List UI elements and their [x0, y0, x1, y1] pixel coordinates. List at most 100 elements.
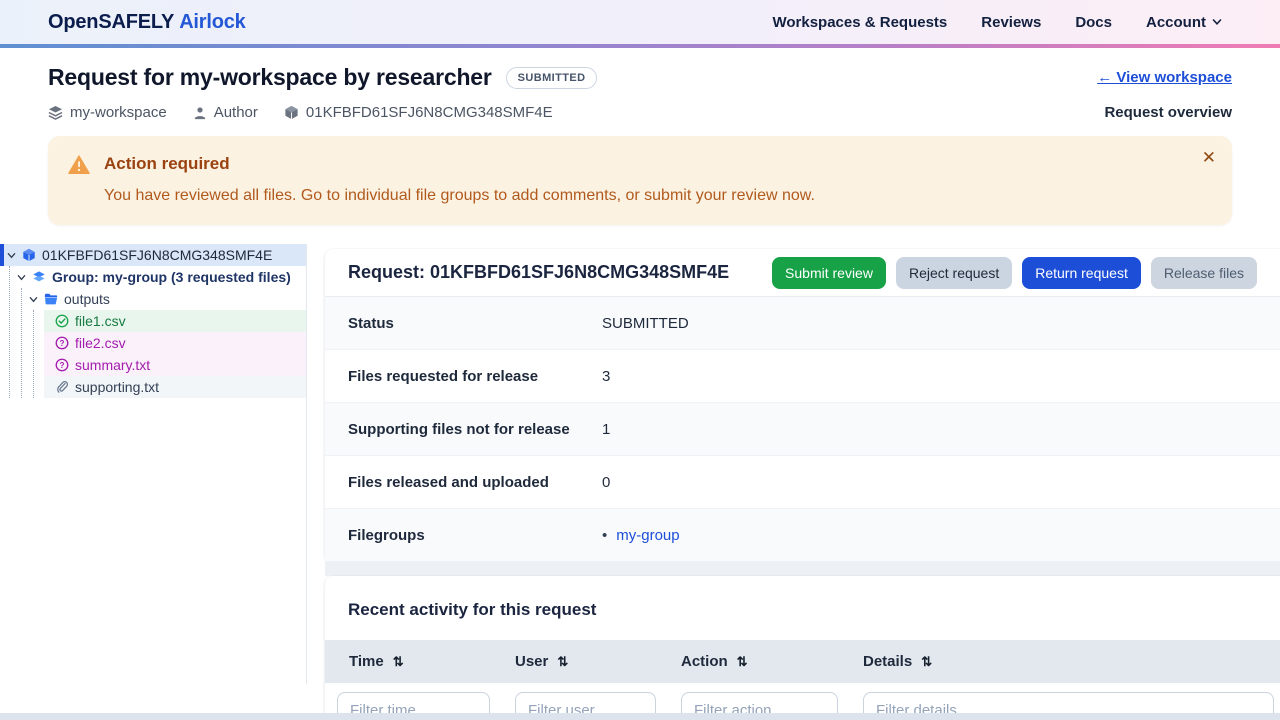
svg-text:?: ? [60, 339, 65, 348]
summary-label: Files released and uploaded [348, 473, 549, 491]
summary-row-filegroups: Filegroups • my-group [325, 509, 1280, 562]
author-meta: Author [193, 104, 258, 121]
question-circle-icon: ? [55, 336, 69, 350]
column-label: Details [863, 653, 913, 670]
request-id: 01KFBFD61SFJ6N8CMG348SMF4E [305, 104, 553, 121]
tree-guide-line [21, 288, 22, 398]
recent-activity-title: Recent activity for this request [348, 600, 597, 619]
top-navigation-bar: OpenSAFELY Airlock Workspaces & Requests … [0, 0, 1280, 44]
recent-activity-card: Recent activity for this request Time ⇅ … [325, 576, 1280, 720]
action-required-alert: Action required You have reviewed all fi… [48, 136, 1232, 225]
page-heading-section: Request for my-workspace by researcher S… [0, 48, 1280, 121]
request-panel-title: Request: 01KFBFD61SFJ6N8CMG348SMF4E [348, 262, 730, 282]
tree-folder-label: outputs [64, 291, 110, 307]
filegroup-link[interactable]: my-group [616, 527, 679, 544]
tree-file-label: summary.txt [75, 357, 151, 373]
workspace-name: my-workspace [70, 104, 167, 121]
tree-file-label: supporting.txt [75, 379, 160, 395]
column-header-details[interactable]: Details ⇅ [851, 653, 1280, 670]
logo-primary: OpenSAFELY [48, 10, 175, 33]
request-id-meta: 01KFBFD61SFJ6N8CMG348SMF4E [284, 104, 553, 121]
tree-group-label: Group: my-group (3 requested files) [52, 269, 291, 285]
submit-review-button[interactable]: Submit review [772, 256, 886, 289]
nav-workspaces-requests[interactable]: Workspaces & Requests [772, 14, 947, 31]
tree-node-outputs-folder[interactable]: outputs [0, 288, 306, 310]
column-header-time[interactable]: Time ⇅ [325, 653, 503, 670]
summary-label: Files requested for release [348, 367, 539, 385]
request-overview-card: Request: 01KFBFD61SFJ6N8CMG348SMF4E Subm… [325, 249, 1280, 562]
sort-icon[interactable]: ⇅ [921, 655, 932, 668]
tree-file-label: file1.csv [75, 313, 126, 329]
request-actions: Submit review Reject request Return requ… [772, 256, 1257, 289]
release-files-button[interactable]: Release files [1150, 256, 1257, 289]
summary-value: 3 [602, 367, 611, 385]
alert-message: You have reviewed all files. Go to indiv… [104, 187, 815, 204]
file-tree-sidebar: 01KFBFD61SFJ6N8CMG348SMF4E Group: my-gro… [0, 244, 307, 684]
card-gap [325, 562, 1280, 576]
tree-node-request-root[interactable]: 01KFBFD61SFJ6N8CMG348SMF4E [0, 244, 306, 266]
chevron-down-icon [1212, 19, 1222, 25]
tree-file-supporting[interactable]: supporting.txt [44, 376, 306, 398]
tree-file-label: file2.csv [75, 335, 126, 351]
check-circle-icon [55, 314, 69, 328]
warning-triangle-icon [68, 155, 90, 174]
chevron-down-icon [7, 252, 16, 258]
app-logo[interactable]: OpenSAFELY Airlock [48, 11, 246, 34]
sort-icon[interactable]: ⇅ [557, 655, 568, 668]
list-bullet: • [602, 526, 608, 544]
summary-row-files-released: Files released and uploaded 0 [325, 456, 1280, 509]
layers-icon [48, 105, 63, 120]
summary-value: SUBMITTED [602, 314, 689, 332]
tree-guide-line [9, 266, 10, 398]
request-metadata: my-workspace Author 01KFBFD61SFJ6N8CMG34… [48, 104, 553, 121]
status-badge: SUBMITTED [505, 66, 598, 89]
column-header-action[interactable]: Action ⇅ [669, 653, 851, 670]
summary-label: Status [348, 314, 394, 332]
tree-root-label: 01KFBFD61SFJ6N8CMG348SMF4E [42, 247, 273, 263]
column-header-user[interactable]: User ⇅ [503, 653, 669, 670]
column-label: User [515, 653, 549, 670]
summary-row-status: Status SUBMITTED [325, 297, 1280, 350]
tree-node-filegroup[interactable]: Group: my-group (3 requested files) [0, 266, 306, 288]
tree-file-file2[interactable]: ? file2.csv [44, 332, 306, 354]
tree-file-summary[interactable]: ? summary.txt [44, 354, 306, 376]
return-request-button[interactable]: Return request [1022, 256, 1141, 289]
alert-title: Action required [104, 154, 230, 173]
cube-icon [285, 105, 298, 120]
page-title: Request for my-workspace by researcher [48, 64, 492, 90]
question-circle-icon: ? [55, 358, 69, 372]
chevron-down-icon [29, 296, 38, 302]
author-name: Author [213, 104, 258, 121]
summary-value: 1 [602, 420, 611, 438]
activity-table-header: Time ⇅ User ⇅ Action ⇅ Details ⇅ [325, 640, 1280, 683]
view-workspace-link[interactable]: ← View workspace [1097, 69, 1232, 86]
tree-guide-line [33, 310, 34, 398]
request-main-panel: Request: 01KFBFD61SFJ6N8CMG348SMF4E Subm… [325, 244, 1280, 720]
column-label: Time [349, 653, 384, 670]
logo-secondary: Airlock [179, 10, 246, 33]
summary-label: Filegroups [348, 526, 425, 544]
horizontal-scrollbar[interactable] [0, 713, 1280, 720]
summary-label: Supporting files not for release [348, 420, 570, 438]
summary-value: 0 [602, 473, 611, 491]
main-nav: Workspaces & Requests Reviews Docs Accou… [772, 14, 1222, 31]
summary-row-files-requested: Files requested for release 3 [325, 350, 1280, 403]
reject-request-button[interactable]: Reject request [895, 256, 1013, 289]
nav-account-label: Account [1146, 13, 1206, 31]
nav-docs[interactable]: Docs [1075, 14, 1112, 31]
alert-close-icon[interactable]: ✕ [1202, 148, 1216, 168]
column-label: Action [681, 653, 728, 670]
chevron-down-icon [17, 274, 26, 280]
nav-account-menu[interactable]: Account [1146, 14, 1222, 31]
tree-file-file1[interactable]: file1.csv [44, 310, 306, 332]
layers-icon [33, 271, 45, 282]
sort-icon[interactable]: ⇅ [737, 655, 748, 668]
folder-open-icon [44, 293, 58, 305]
svg-text:?: ? [60, 361, 65, 370]
sort-icon[interactable]: ⇅ [393, 655, 404, 668]
person-icon [194, 106, 205, 119]
request-overview-label: Request overview [1104, 104, 1232, 121]
paperclip-icon [57, 381, 69, 393]
nav-reviews[interactable]: Reviews [981, 14, 1041, 31]
workspace-meta: my-workspace [48, 104, 167, 121]
